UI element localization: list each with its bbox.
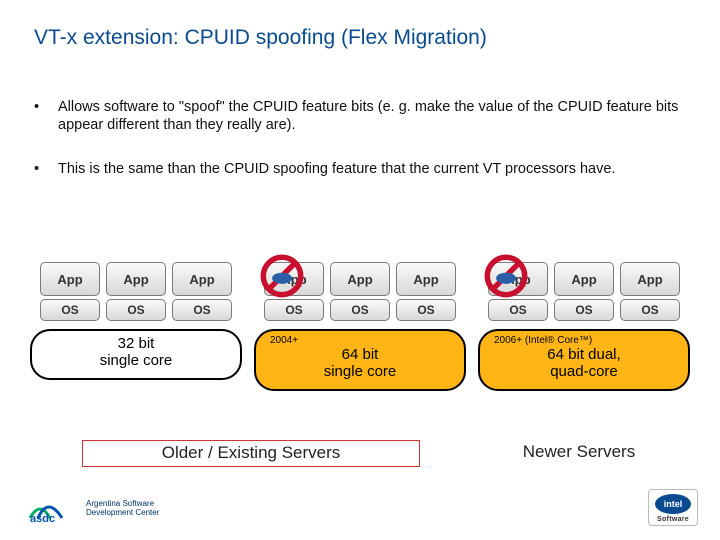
vm-tile: App OS [620,262,680,321]
vm-tiles: App OS App OS App OS [488,262,680,321]
cpu-label-box: 2006+ (Intel® Core™) 64 bit dual,quad-co… [478,329,690,391]
caption-older-servers: Older / Existing Servers [82,440,420,467]
caption-newer-servers: Newer Servers [486,440,672,462]
cpu-label: 64 bit dual,quad-core [490,346,678,381]
bullet-dot-icon: • [34,160,58,178]
vm-tile: App OS [488,262,548,321]
os-box: OS [330,299,390,321]
vm-tile: App OS [172,262,232,321]
asdc-line: Development Center [86,509,159,518]
app-box: App [330,262,390,296]
vm-tiles: App OS App OS App OS [264,262,456,321]
vm-tile: App OS [40,262,100,321]
page-title: VT-x extension: CPUID spoofing (Flex Mig… [0,0,720,50]
app-box: App [40,262,100,296]
prohibit-icon [484,254,528,298]
footer-left: asdc Argentina Software Development Cent… [28,494,159,524]
app-box: App [620,262,680,296]
bullet-dot-icon: • [34,98,58,134]
app-box: App [172,262,232,296]
app-box: App [106,262,166,296]
server-group-64bit-multi: App OS App OS App OS 2006+ (Intel® Core™… [478,262,690,391]
vm-tile: App OS [264,262,324,321]
asdc-text: Argentina Software Development Center [86,500,159,518]
os-box: OS [172,299,232,321]
asdc-logo-icon: asdc [28,494,78,524]
vm-tile: App OS [554,262,614,321]
vm-tiles: App OS App OS App OS [40,262,232,321]
cpu-label: 64 bitsingle core [266,346,454,381]
bullet-text: Allows software to "spoof" the CPUID fea… [58,98,686,134]
prohibit-icon [260,254,304,298]
bullet-item: • This is the same than the CPUID spoofi… [34,160,686,178]
intel-sub-label: Software [657,516,689,523]
os-box: OS [396,299,456,321]
cpu-label-box: 32 bitsingle core [30,329,242,380]
cpu-label-box: 2004+ 64 bitsingle core [254,329,466,391]
os-box: OS [106,299,166,321]
cpu-year: 2004+ [266,335,454,346]
bullet-text: This is the same than the CPUID spoofing… [58,160,686,178]
server-diagram: App OS App OS App OS 32 bitsingle core [0,262,720,391]
svg-text:asdc: asdc [30,513,55,524]
os-box: OS [554,299,614,321]
footer-right: intel Software [648,489,698,526]
os-box: OS [620,299,680,321]
svg-text:intel: intel [664,499,683,509]
vm-tile: App OS [396,262,456,321]
os-box: OS [264,299,324,321]
intel-logo-icon: intel [654,493,692,515]
bullet-list: • Allows software to "spoof" the CPUID f… [0,50,720,178]
app-box: App [396,262,456,296]
server-group-32bit: App OS App OS App OS 32 bitsingle core [30,262,242,391]
bullet-item: • Allows software to "spoof" the CPUID f… [34,98,686,134]
cpu-year: 2006+ (Intel® Core™) [490,335,678,346]
cpu-label: 32 bitsingle core [42,335,230,370]
os-box: OS [488,299,548,321]
vm-tile: App OS [330,262,390,321]
os-box: OS [40,299,100,321]
app-box: App [554,262,614,296]
vm-tile: App OS [106,262,166,321]
server-group-64bit-single: App OS App OS App OS 2004+ 64 bitsingle … [254,262,466,391]
